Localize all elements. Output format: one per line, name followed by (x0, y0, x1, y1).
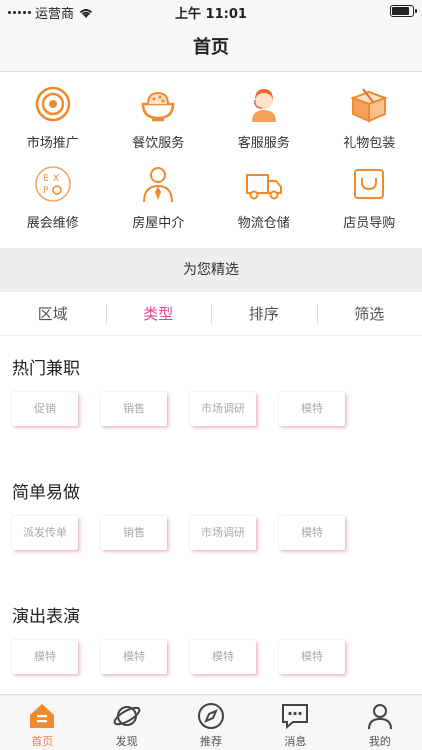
tag-button[interactable]: 销售 (101, 392, 167, 426)
service-grid: 市场推广 餐饮服务 客服服务 礼物包装 EXP 展会维修 房屋中介 物流仓储 店… (0, 84, 422, 236)
service-label: 客服服务 (237, 136, 290, 151)
tab-home[interactable]: 首页 (0, 695, 84, 750)
tab-bar: 首页 发现 推荐 消息 我的 (0, 694, 422, 750)
filter-tab-filter[interactable]: 筛选 (316, 292, 422, 335)
status-bar: 运营商 上午 11:01 (0, 0, 422, 24)
tag-button[interactable]: 派发传单 (12, 516, 78, 550)
tab-label: 我的 (368, 735, 391, 748)
service-item-logistics[interactable]: 物流仓储 (211, 164, 317, 236)
truck-icon (245, 174, 282, 200)
tab-label: 推荐 (200, 735, 223, 748)
home-icon (30, 704, 55, 728)
tag-button[interactable]: 销售 (101, 516, 167, 550)
service-item-customer-service[interactable]: 客服服务 (211, 84, 317, 156)
tag-button[interactable]: 模特 (190, 640, 256, 674)
section-title: 演出表演 (12, 607, 80, 627)
tag-button[interactable]: 市场调研 (190, 516, 256, 550)
shopping-bag-icon (354, 169, 385, 199)
compass-icon (198, 703, 225, 729)
tag-button[interactable]: 促销 (12, 392, 78, 426)
tab-label: 发现 (115, 735, 138, 748)
page-title: 首页 (193, 37, 229, 58)
tab-me[interactable]: 我的 (338, 695, 422, 750)
tag-button[interactable]: 模特 (279, 516, 345, 550)
filter-tab-sort[interactable]: 排序 (211, 292, 317, 335)
tab-recommend[interactable]: 推荐 (169, 695, 253, 750)
battery-icon (390, 5, 417, 17)
tag-list: 模特 模特 模特 模特 (12, 640, 345, 674)
tag-button[interactable]: 模特 (101, 640, 167, 674)
agent-icon (143, 167, 174, 203)
service-label: 房屋中介 (132, 216, 185, 231)
tag-list: 促销 销售 市场调研 模特 (12, 392, 345, 426)
filter-tab-region[interactable]: 区域 (0, 292, 106, 335)
svg-text:P: P (43, 186, 49, 196)
svg-text:E: E (43, 174, 49, 184)
bowl-icon (141, 91, 175, 122)
nav-bar: 首页 (0, 24, 422, 72)
target-icon (35, 86, 70, 122)
service-label: 市场推广 (26, 136, 79, 151)
service-item-shop-guide[interactable]: 店员导购 (317, 164, 422, 236)
tab-label: 首页 (31, 735, 54, 748)
tag-button[interactable]: 模特 (279, 640, 345, 674)
service-item-catering[interactable]: 餐饮服务 (106, 84, 212, 156)
svg-text:X: X (53, 174, 59, 184)
expo-icon: E XP (35, 166, 71, 202)
service-label: 礼物包装 (343, 136, 396, 151)
featured-header: 为您精选 (0, 248, 422, 292)
service-label: 店员导购 (343, 216, 396, 231)
tab-label: 消息 (284, 735, 307, 748)
service-item-gift-wrap[interactable]: 礼物包装 (317, 84, 422, 156)
gift-box-icon (350, 88, 389, 123)
tag-button[interactable]: 市场调研 (190, 392, 256, 426)
planet-icon (113, 706, 140, 726)
message-icon (282, 704, 309, 730)
filter-tab-type[interactable]: 类型 (105, 292, 212, 335)
service-item-real-estate[interactable]: 房屋中介 (106, 164, 212, 236)
service-label: 餐饮服务 (132, 136, 185, 151)
tag-list: 派发传单 销售 市场调研 模特 (12, 516, 345, 550)
tab-messages[interactable]: 消息 (253, 695, 337, 750)
tag-button[interactable]: 模特 (279, 392, 345, 426)
user-icon (367, 704, 392, 730)
featured-title: 为您精选 (183, 262, 239, 278)
status-time: 上午 11:01 (175, 7, 247, 22)
service-label: 展会维修 (26, 216, 79, 231)
customer-service-icon (251, 89, 276, 122)
section-title: 简单易做 (12, 483, 80, 503)
service-item-expo-repair[interactable]: EXP 展会维修 (0, 164, 106, 236)
filter-bar: 区域 类型 排序 筛选 (0, 292, 422, 336)
tag-button[interactable]: 模特 (12, 640, 78, 674)
section-title: 热门兼职 (12, 359, 80, 379)
service-label: 物流仓储 (237, 216, 290, 231)
service-item-market[interactable]: 市场推广 (0, 84, 106, 156)
battery-fill (392, 7, 409, 15)
tab-discover[interactable]: 发现 (84, 695, 168, 750)
